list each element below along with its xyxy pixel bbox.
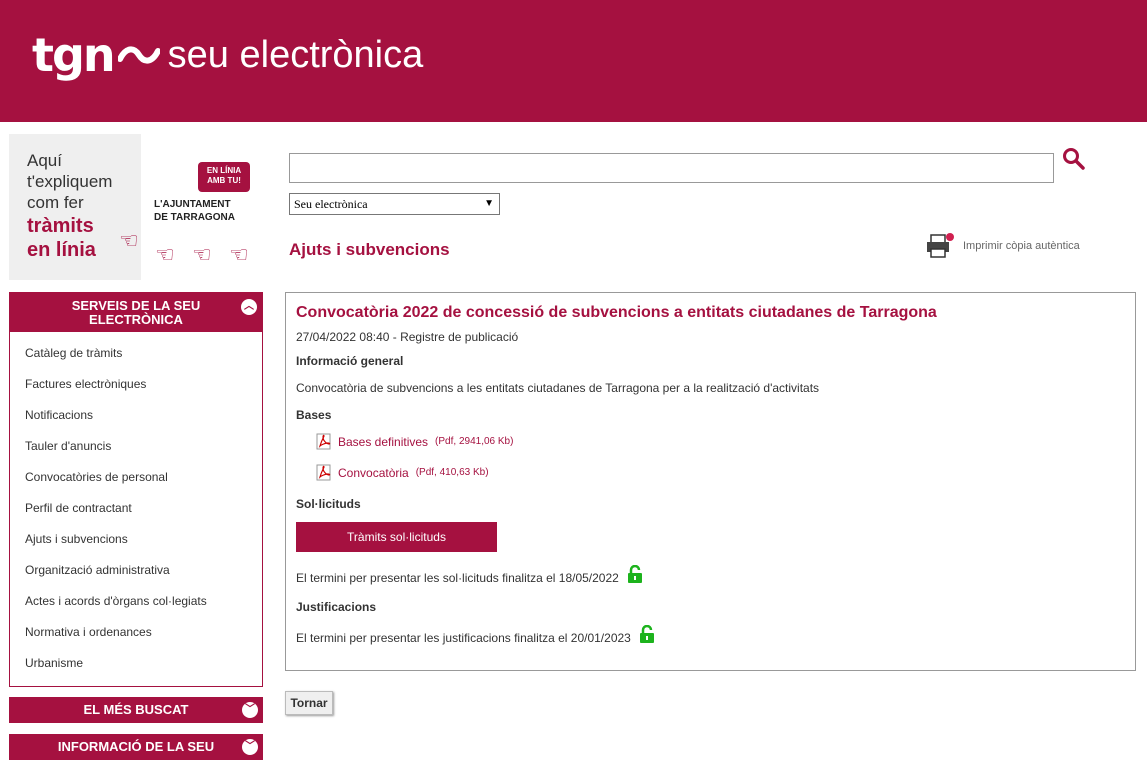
chevron-up-icon[interactable]: ︿ [241, 299, 257, 315]
doc-meta: (Pdf, 2941,06 Kb) [435, 436, 514, 447]
site-logo[interactable]: tgn seu electrònica [32, 28, 423, 82]
pointing-hand-icon: ☜ [119, 228, 139, 253]
doc-link[interactable]: Bases definitives [338, 435, 428, 449]
chevron-down-icon[interactable]: ﹀ [242, 702, 258, 718]
sidebar-services-title: SERVEIS DE LA SEU ELECTRÒNICA [71, 298, 201, 327]
logo-mark: tgn [32, 28, 116, 82]
detail-date: 27/04/2022 08:40 - Registre de publicaci… [296, 330, 519, 344]
site-header: tgn seu electrònica [0, 0, 1147, 122]
sidebar-item[interactable]: Factures electròniques [10, 369, 262, 400]
sidebar-services: SERVEIS DE LA SEU ELECTRÒNICA ︿ Catàleg … [9, 292, 263, 687]
sidebar-item[interactable]: Convocatòries de personal [10, 462, 262, 493]
promo-line: com fer [27, 193, 84, 212]
detail-panel: Convocatòria 2022 de concessió de subven… [285, 292, 1136, 671]
accordion-label: EL MÉS BUSCAT [83, 702, 189, 717]
sidebar-item[interactable]: Urbanisme [10, 648, 262, 679]
print-label: Imprimir còpia autèntica [963, 240, 1080, 252]
sidebar-item[interactable]: Ajuts i subvencions [10, 524, 262, 555]
sidebar-item[interactable]: Catàleg de tràmits [10, 338, 262, 369]
sidebar-services-header[interactable]: SERVEIS DE LA SEU ELECTRÒNICA ︿ [10, 293, 262, 332]
sollicituds-heading: Sol·licituds [296, 497, 361, 511]
promo-ajuntament-line: DE TARRAGONA [154, 212, 235, 223]
sollicituds-deadline-text: El termini per presentar les sol·licitud… [296, 571, 619, 585]
promo-banner[interactable]: Aquí t'expliquem com fer tràmits en líni… [9, 134, 261, 280]
pdf-icon [316, 433, 331, 450]
promo-bold-line: en línia [27, 239, 96, 261]
tramits-sollicituds-button[interactable]: Tràmits sol·licituds [296, 522, 497, 552]
detail-title: Convocatòria 2022 de concessió de subven… [296, 304, 937, 321]
chevron-down-icon: ▼ [484, 198, 494, 209]
justificacions-deadline-text: El termini per presentar les justificaci… [296, 631, 631, 645]
accordion-mes-buscat[interactable]: EL MÉS BUSCAT ﹀ [9, 697, 263, 723]
justificacions-deadline: El termini per presentar les justificaci… [296, 625, 655, 645]
logo-wave-icon [117, 46, 160, 64]
sidebar-item[interactable]: Tauler d'anuncis [10, 431, 262, 462]
open-lock-icon [628, 565, 643, 583]
doc-item[interactable]: Convocatòria (Pdf, 410,63 Kb) [316, 464, 489, 481]
sidebar-item[interactable]: Organització administrativa [10, 555, 262, 586]
search-scope-value: Seu electrònica [294, 197, 368, 211]
print-authentic-copy[interactable]: Imprimir còpia autèntica [925, 233, 1080, 259]
logo-text: seu electrònica [167, 33, 424, 76]
pointing-hand-icon: ☜ [229, 242, 249, 267]
search-input[interactable] [289, 153, 1054, 183]
printer-icon [927, 233, 954, 258]
promo-ajuntament-line: L'AJUNTAMENT [154, 199, 231, 210]
chevron-down-icon[interactable]: ﹀ [242, 739, 258, 755]
promo-line: t'expliquem [27, 172, 113, 191]
back-button[interactable]: Tornar [285, 691, 333, 715]
accordion-informacio[interactable]: INFORMACIÓ DE LA SEU ﹀ [9, 734, 263, 760]
bases-heading: Bases [296, 408, 332, 422]
pointing-hand-icon: ☜ [155, 242, 175, 267]
justificacions-heading: Justificacions [296, 600, 377, 614]
page-title: Ajuts i subvencions [289, 240, 450, 259]
accordion-label: INFORMACIÓ DE LA SEU [57, 739, 215, 754]
doc-meta: (Pdf, 410,63 Kb) [415, 467, 489, 478]
promo-badge: EN LÍNIA AMB TU! [198, 162, 250, 192]
sidebar-item[interactable]: Notificacions [10, 400, 262, 431]
search-scope-select[interactable]: Seu electrònica ▼ [289, 193, 500, 215]
pdf-icon [316, 464, 331, 481]
pointing-hand-icon: ☜ [192, 242, 212, 267]
doc-link[interactable]: Convocatòria [338, 466, 409, 480]
sollicituds-deadline: El termini per presentar les sol·licitud… [296, 565, 643, 585]
info-text: Convocatòria de subvencions a les entita… [296, 381, 820, 395]
sidebar-list: Catàleg de tràmits Factures electrònique… [10, 338, 262, 679]
sidebar-item[interactable]: Normativa i ordenances [10, 617, 262, 648]
doc-item[interactable]: Bases definitives (Pdf, 2941,06 Kb) [316, 433, 513, 450]
sidebar-item[interactable]: Perfil de contractant [10, 493, 262, 524]
search-icon[interactable] [1062, 147, 1086, 171]
promo-line: Aquí [27, 151, 62, 170]
info-heading: Informació general [296, 354, 404, 368]
open-lock-icon [640, 625, 655, 643]
promo-ajuntament: L'AJUNTAMENT DE TARRAGONA [154, 198, 235, 224]
promo-bold-line: tràmits [27, 215, 94, 237]
sidebar-item[interactable]: Actes i acords d'òrgans col·legiats [10, 586, 262, 617]
